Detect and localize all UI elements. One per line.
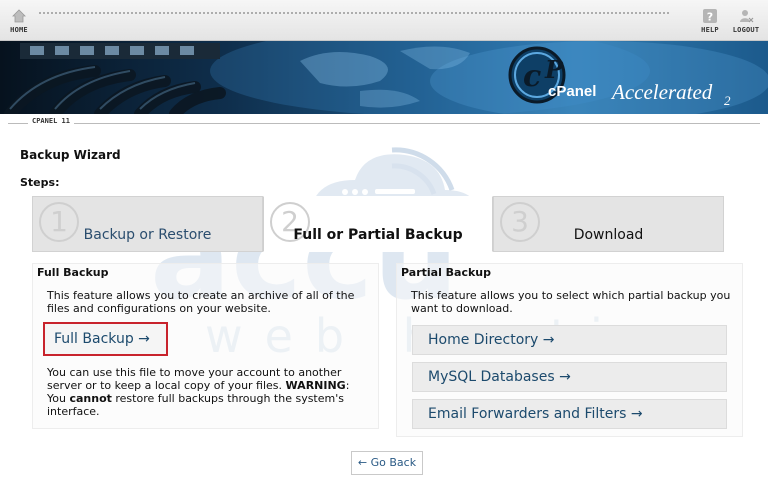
step-label-3: Download (573, 227, 644, 243)
help-icon: ? (698, 8, 722, 25)
cpanel-banner: c P cPanel Accelerated 2 (0, 41, 768, 114)
mysql-databases-button[interactable]: MySQL Databases → (412, 362, 727, 392)
email-forwarders-filters-button[interactable]: Email Forwarders and Filters → (412, 399, 727, 429)
page-title: Backup Wizard (20, 148, 121, 162)
cpanel-accelerated-text: Accelerated (612, 80, 713, 104)
version-strip: CPANEL 11 (0, 114, 768, 132)
svg-text:c: c (523, 59, 541, 94)
step-download[interactable]: 3 Download (493, 196, 724, 252)
home-directory-button[interactable]: Home Directory → (412, 325, 727, 355)
svg-text:?: ? (707, 11, 713, 24)
step-full-or-partial-backup: 2 Full or Partial Backup (263, 196, 493, 252)
cpanel-logo-text: cPanel (548, 83, 597, 100)
home-button[interactable]: HOME (6, 8, 32, 34)
full-backup-description: This feature allows you to create an arc… (47, 289, 355, 315)
cpanel-version-text: 2 (724, 93, 731, 108)
step-label-2: Full or Partial Backup (293, 227, 463, 243)
note-cannot: cannot (69, 392, 112, 405)
full-backup-note: You can use this file to move your accou… (47, 366, 367, 418)
home-icon (6, 8, 32, 25)
svg-text:P: P (544, 55, 564, 84)
help-label: HELP (701, 26, 719, 34)
full-backup-heading: Full Backup (37, 266, 109, 279)
steps-label: Steps: (20, 176, 60, 189)
full-backup-button[interactable]: Full Backup → (43, 322, 168, 356)
logout-button[interactable]: LOGOUT (730, 8, 762, 34)
go-back-button[interactable]: ← Go Back (351, 451, 423, 475)
home-label: HOME (10, 26, 28, 34)
cpanel-version-label: CPANEL 11 (28, 117, 74, 125)
top-navigation-bar: HOME ? HELP LOGOUT (0, 0, 768, 41)
strip-divider (8, 123, 760, 124)
help-button[interactable]: ? HELP (698, 8, 722, 34)
note-warning: WARNING (285, 379, 346, 392)
logout-label: LOGOUT (732, 26, 760, 34)
step-label-1: Backup or Restore (83, 227, 212, 243)
partial-backup-heading: Partial Backup (401, 266, 492, 279)
dotted-divider (38, 11, 670, 15)
partial-backup-description: This feature allows you to select which … (411, 289, 731, 315)
user-logout-icon (730, 8, 762, 25)
step-backup-or-restore[interactable]: 1 Backup or Restore (32, 196, 263, 252)
